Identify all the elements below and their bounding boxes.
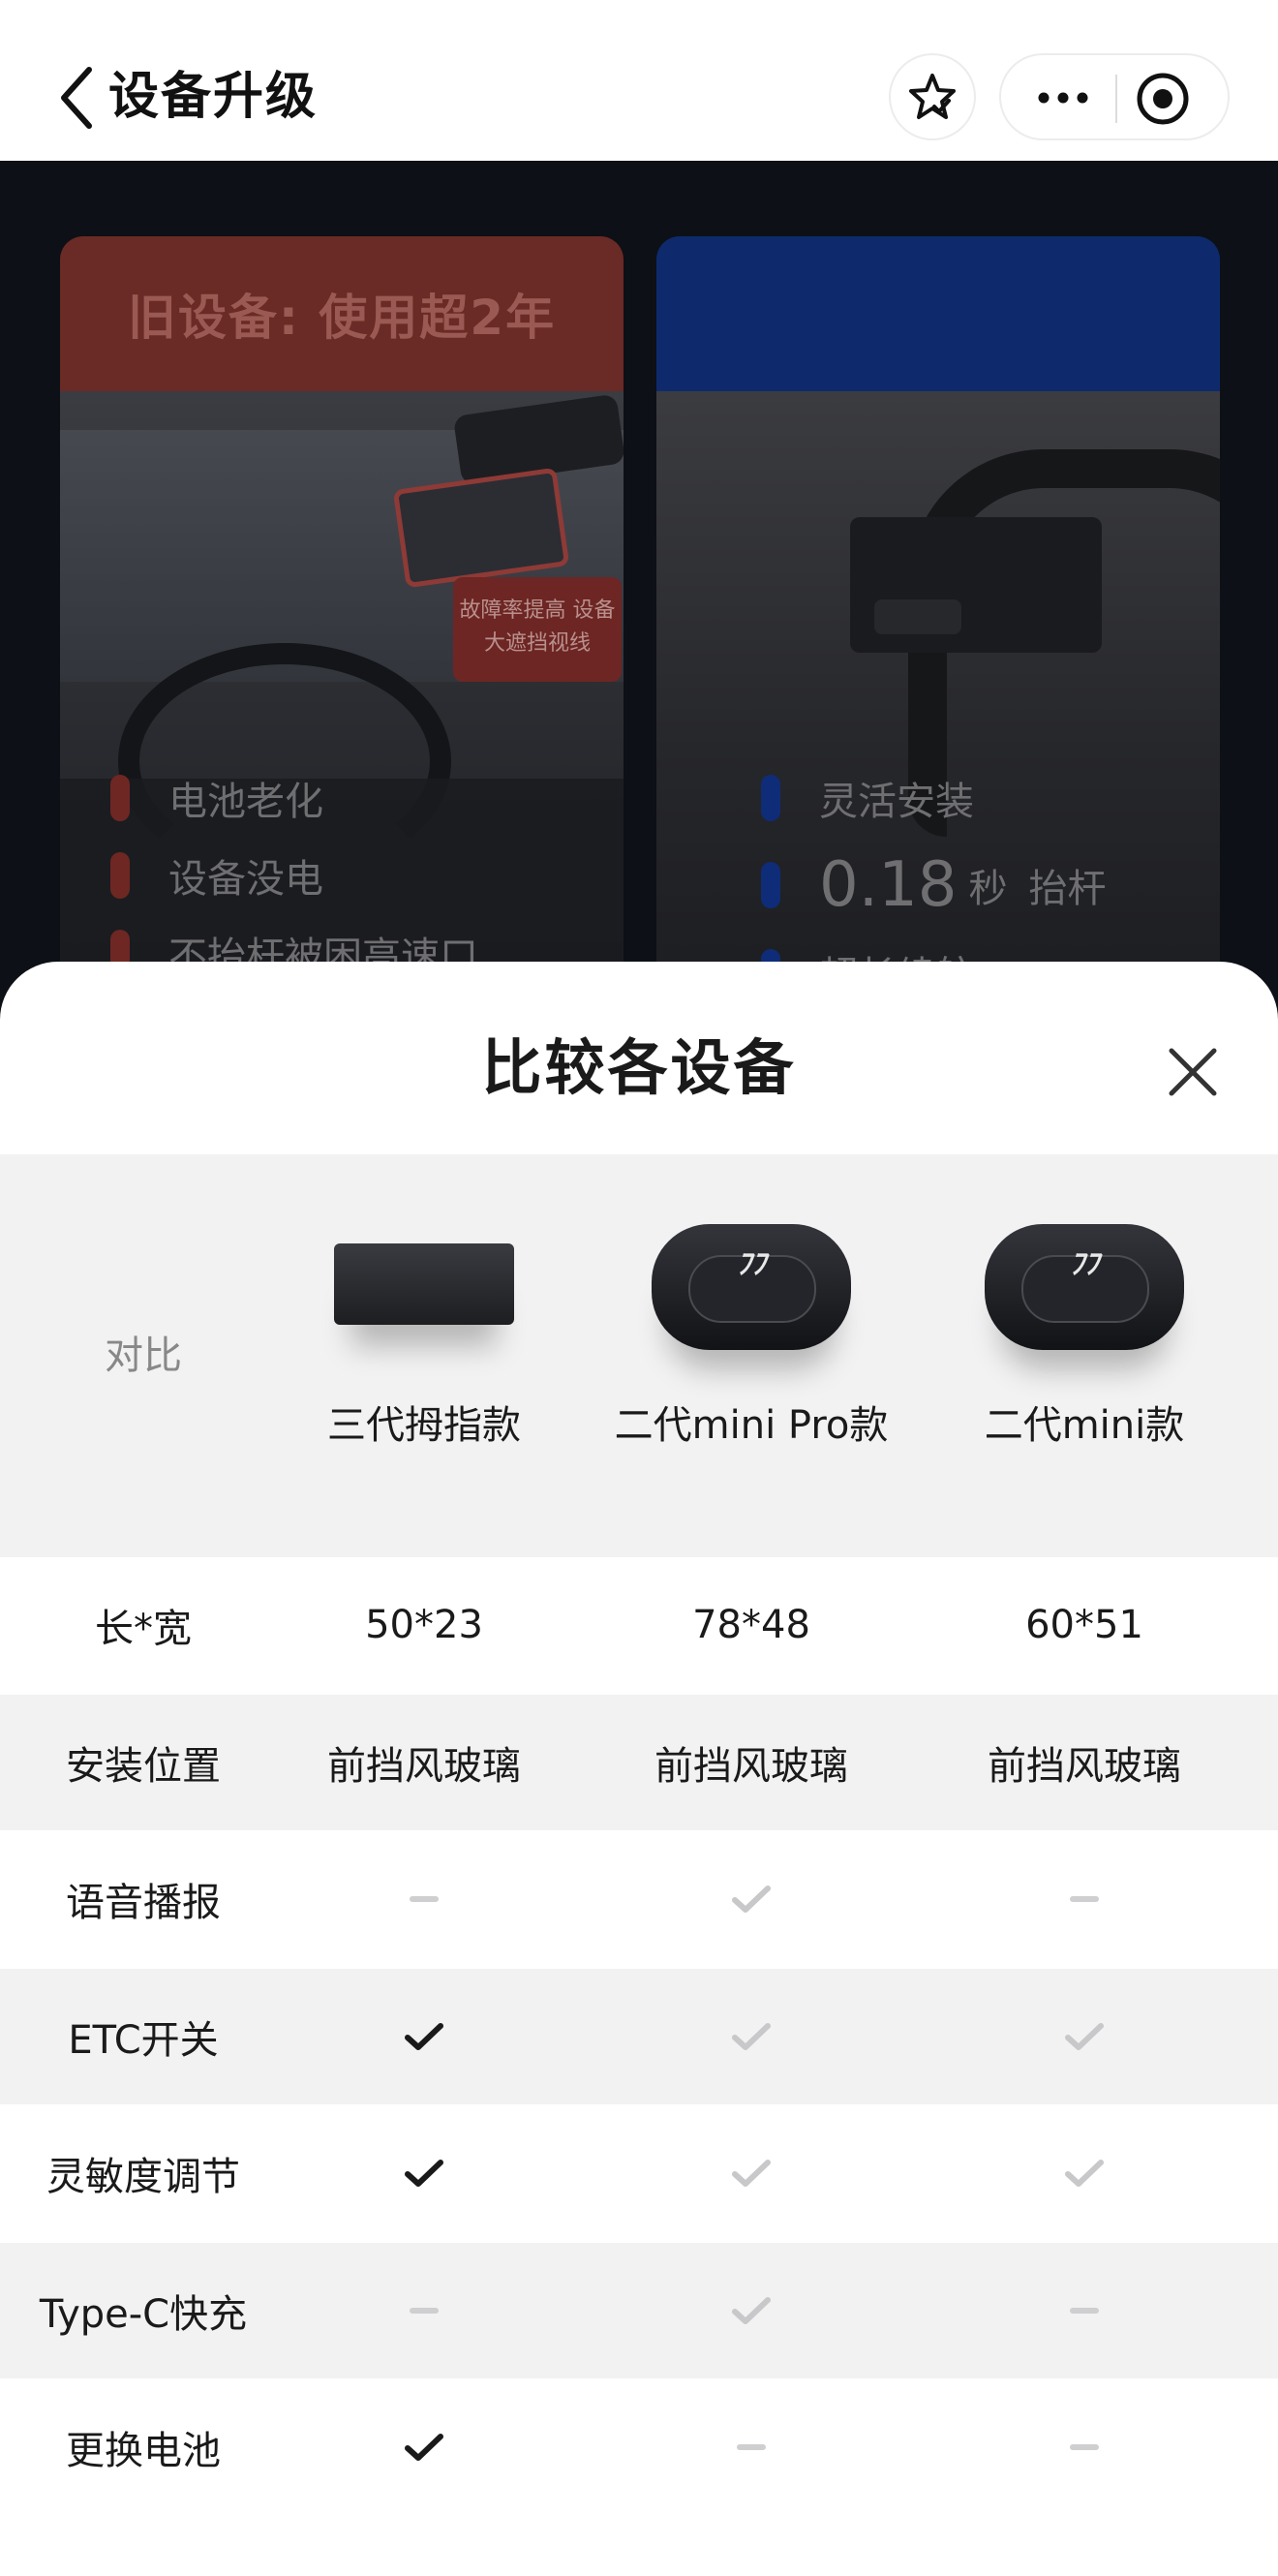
back-chevron-icon[interactable] xyxy=(56,64,95,132)
table-cell: 50*23 xyxy=(365,1603,483,1647)
check-icon xyxy=(920,1969,1249,2104)
dash-icon xyxy=(587,2379,916,2515)
table-cell: 60*51 xyxy=(1025,1603,1143,1647)
row-label: ETC开关 xyxy=(68,2017,219,2063)
check-icon xyxy=(587,1969,916,2104)
list-item: 电池老化 xyxy=(110,759,478,837)
table-row: ETC开关 xyxy=(0,1968,1278,2104)
sheet-title: 比较各设备 xyxy=(481,1032,797,1103)
list-item: 0.18 秒 抬杆 xyxy=(761,837,1107,934)
row-label: 安装位置 xyxy=(66,1743,221,1789)
more-dots-icon[interactable] xyxy=(1034,83,1092,112)
table-row: 灵敏度调节 xyxy=(0,2105,1278,2241)
row-label: 语音播报 xyxy=(66,1881,221,1925)
star-icon xyxy=(909,74,956,119)
page-title: 设备升级 xyxy=(108,68,319,126)
new-card-header xyxy=(656,236,1220,391)
device-column-mini[interactable]: ﾌﾌ 二代mini款 xyxy=(920,1154,1249,1557)
row-label: 灵敏度调节 xyxy=(46,2155,240,2199)
check-icon xyxy=(259,1969,589,2104)
dash-icon xyxy=(920,2379,1249,2515)
table-row: Type-C快充 xyxy=(0,2242,1278,2378)
nav-bar: 设备升级 xyxy=(0,0,1278,161)
close-icon[interactable] xyxy=(1166,1045,1220,1099)
device-knob xyxy=(874,599,961,634)
device-image-mini: ﾌﾌ xyxy=(985,1224,1184,1350)
old-feature-list: 电池老化 设备没电 不抬杆被困高速口 xyxy=(110,759,478,992)
record-icon[interactable] xyxy=(1135,71,1191,127)
check-icon xyxy=(259,2105,589,2241)
device-column-thumb[interactable]: 三代拇指款 xyxy=(259,1154,589,1557)
row-label: Type-C快充 xyxy=(39,2291,248,2337)
check-icon xyxy=(920,2105,1249,2241)
old-card-header: 旧设备: 使用超2年 xyxy=(60,236,624,391)
table-row: 安装位置 前挡风玻璃 前挡风玻璃 前挡风玻璃 xyxy=(0,1694,1278,1830)
device-image-thumb xyxy=(334,1224,514,1325)
dash-icon xyxy=(920,1831,1249,1967)
device-name: 三代拇指款 xyxy=(327,1403,521,1448)
list-item: 灵活安装 xyxy=(761,759,1107,837)
check-icon xyxy=(587,2105,916,2241)
dash-icon xyxy=(259,2243,589,2378)
table-cell: 前挡风玻璃 xyxy=(327,1743,521,1789)
dash-icon xyxy=(259,1831,589,1967)
background-page: 旧设备: 使用超2年 故障率提高 设备大遮挡视线 电池老化 设备没电 不抬杆被困… xyxy=(0,161,1278,1108)
mini-program-capsule xyxy=(999,53,1230,140)
table-row: 长*宽 50*23 78*48 60*51 xyxy=(0,1557,1278,1693)
warning-badge: 故障率提高 设备大遮挡视线 xyxy=(453,577,622,682)
compare-label: 对比 xyxy=(105,1334,182,1378)
dash-icon xyxy=(920,2243,1249,2378)
check-icon xyxy=(587,1831,916,1967)
row-label: 长*宽 xyxy=(95,1607,192,1651)
table-cell: 前挡风玻璃 xyxy=(988,1743,1181,1789)
row-label: 更换电池 xyxy=(66,2429,221,2473)
device-header-row: 对比 三代拇指款 ﾌﾌ 二代mini Pro款 ﾌﾌ 二代mini款 xyxy=(0,1154,1278,1557)
device-image-mini-pro: ﾌﾌ xyxy=(652,1224,851,1350)
list-item: 设备没电 xyxy=(110,837,478,914)
table-cell: 78*48 xyxy=(692,1603,810,1647)
compare-sheet: 比较各设备 对比 三代拇指款 ﾌﾌ 二代mini Pro款 ﾌﾌ 二代mini款… xyxy=(0,962,1278,2576)
table-row: 语音播报 xyxy=(0,1831,1278,1967)
favorite-button[interactable] xyxy=(889,53,976,140)
table-cell: 前挡风玻璃 xyxy=(654,1743,848,1789)
check-icon xyxy=(259,2379,589,2515)
table-row: 更换电池 xyxy=(0,2379,1278,2515)
check-icon xyxy=(587,2243,916,2378)
device-name: 二代mini款 xyxy=(984,1403,1185,1448)
device-column-mini-pro[interactable]: ﾌﾌ 二代mini Pro款 xyxy=(587,1154,916,1557)
capsule-divider xyxy=(1115,75,1117,123)
device-name: 二代mini Pro款 xyxy=(614,1403,889,1448)
